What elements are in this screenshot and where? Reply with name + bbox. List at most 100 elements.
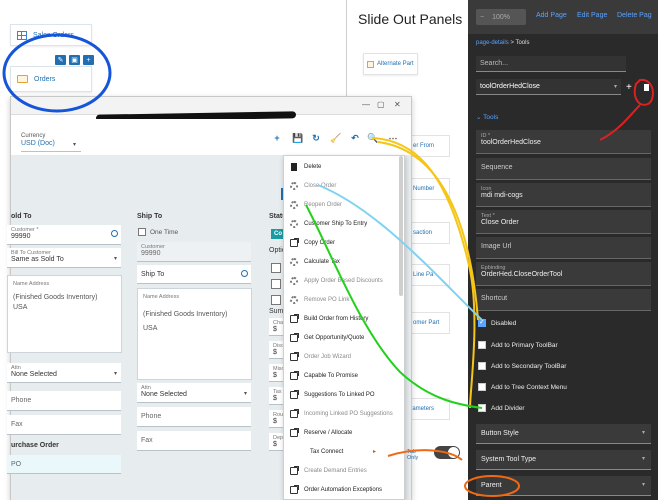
- add-card-button[interactable]: +: [83, 55, 94, 65]
- add-tool-button[interactable]: +: [626, 82, 632, 93]
- system-tool-type-select[interactable]: System Tool Type ▾: [476, 450, 651, 470]
- alternate-part-button[interactable]: Alternate Part: [363, 53, 418, 75]
- parent-select[interactable]: Parent ▾: [476, 476, 651, 496]
- sales-orders-card[interactable]: Sales Orders: [10, 24, 92, 46]
- fax-field[interactable]: Fax: [7, 415, 121, 435]
- edit-card-button[interactable]: ✎: [55, 55, 66, 65]
- epbinding-field[interactable]: Epbinding OrderHed.CloseOrderTool: [476, 262, 651, 286]
- menu-item-suggestions-linked-po[interactable]: Suggestions To Linked PO: [284, 385, 404, 404]
- menu-item-close-order[interactable]: Close Order: [284, 176, 404, 195]
- currency-value[interactable]: USD (Doc): [21, 140, 55, 147]
- tool-select[interactable]: toolOrderHedClose ▾: [476, 79, 621, 95]
- text-field[interactable]: Text * Close Order: [476, 210, 651, 234]
- menu-item-automation-exceptions[interactable]: Order Automation Exceptions: [284, 480, 404, 499]
- menu-item-build-from-history[interactable]: Build Order from History: [284, 309, 404, 328]
- search-icon[interactable]: 🔍: [367, 133, 378, 143]
- menu-item-apply-discounts[interactable]: Apply Order Based Discounts: [284, 271, 404, 290]
- customer-field[interactable]: Customer * 99990: [7, 225, 121, 245]
- orders-card[interactable]: Orders: [10, 66, 92, 92]
- checkbox[interactable]: [478, 383, 486, 391]
- menu-item-customer-ship-to[interactable]: Customer Ship To Entry: [284, 214, 404, 233]
- shortcut-field[interactable]: Shortcut: [476, 289, 651, 311]
- ship-attn-select[interactable]: Attn None Selected ▾: [137, 383, 251, 403]
- maximize-button[interactable]: ▢: [377, 100, 385, 109]
- add-page-button[interactable]: Add Page: [536, 12, 567, 19]
- zoom-out-button[interactable]: −: [480, 14, 484, 21]
- checkbox-checked[interactable]: [478, 318, 486, 327]
- slide-button-transaction[interactable]: saction: [410, 222, 450, 244]
- clear-icon[interactable]: 🧹: [330, 133, 341, 143]
- delete-card-button[interactable]: ▣: [69, 55, 80, 65]
- menu-item-order-job-wizard[interactable]: Order Job Wizard: [284, 347, 404, 366]
- one-time-checkbox[interactable]: [138, 228, 146, 236]
- menu-item-copy-order[interactable]: Copy Order: [284, 233, 404, 252]
- disabled-checkbox[interactable]: Disabled: [478, 318, 516, 327]
- checkbox[interactable]: [478, 404, 486, 412]
- menu-item-delete[interactable]: Delete: [284, 157, 404, 176]
- tree-context-menu-checkbox[interactable]: Add to Tree Context Menu: [478, 383, 567, 391]
- secondary-toolbar-checkbox[interactable]: Add to Secondary ToolBar: [478, 362, 566, 370]
- ship-phone-field[interactable]: Phone: [137, 407, 251, 427]
- menu-item-create-demand[interactable]: Create Demand Entries: [284, 461, 404, 480]
- image-url-field[interactable]: Image Url: [476, 237, 651, 259]
- checkbox-label: Add to Secondary ToolBar: [491, 362, 567, 370]
- option-checkbox[interactable]: [271, 279, 281, 289]
- sequence-field[interactable]: Sequence: [476, 158, 651, 180]
- minimize-button[interactable]: —: [362, 100, 370, 109]
- add-icon[interactable]: +: [272, 133, 282, 143]
- more-icon[interactable]: ⋯: [388, 133, 398, 143]
- menu-item-remove-po-link[interactable]: Remove PO Link: [284, 290, 404, 309]
- close-window-button[interactable]: ✕: [394, 100, 401, 109]
- panel-icon: [367, 60, 374, 68]
- bill-to-customer-select[interactable]: Bill To Customer Same as Sold To ▾: [7, 248, 121, 268]
- id-field[interactable]: ID * toolOrderHedClose: [476, 130, 651, 154]
- menu-item-reserve-allocate[interactable]: Reserve / Allocate: [284, 423, 404, 442]
- slide-button-customer-part[interactable]: omer Part: [410, 312, 450, 334]
- undo-icon[interactable]: ↶: [350, 133, 360, 143]
- po-field[interactable]: PO: [7, 455, 121, 474]
- search-icon[interactable]: [241, 270, 248, 277]
- search-input[interactable]: Search...: [476, 56, 626, 72]
- edit-page-button[interactable]: Edit Page: [577, 12, 607, 19]
- checkbox[interactable]: [478, 362, 486, 370]
- menu-item-label: Calculate Tax: [304, 258, 340, 265]
- primary-toolbar-checkbox[interactable]: Add to Primary ToolBar: [478, 341, 558, 349]
- add-divider-checkbox[interactable]: Add Divider: [478, 404, 525, 412]
- icon-value: mdi mdi-cogs: [481, 192, 523, 199]
- menu-item-calculate-tax[interactable]: Calculate Tax: [284, 252, 404, 271]
- sold-to-address[interactable]: Name Address (Finished Goods Inventory) …: [7, 275, 122, 353]
- menu-item-incoming-linked-po[interactable]: Incoming Linked PO Suggestions: [284, 404, 404, 423]
- breadcrumb-parent[interactable]: page-details: [476, 40, 509, 46]
- menu-item-get-opportunity[interactable]: Get Opportunity/Quote: [284, 328, 404, 347]
- menu-item-label: Build Order from History: [304, 315, 369, 322]
- slide-button-line-parts[interactable]: Line Pa: [410, 264, 450, 286]
- option-checkbox[interactable]: [271, 263, 281, 273]
- phone-field[interactable]: Phone: [7, 391, 121, 411]
- search-icon[interactable]: [111, 230, 118, 237]
- zoom-control[interactable]: − 100%: [476, 9, 526, 25]
- ship-to-field[interactable]: Ship To: [137, 265, 251, 284]
- ship-fax-field[interactable]: Fax: [137, 431, 251, 451]
- menu-item-label: Order Job Wizard: [304, 353, 352, 360]
- delete-page-button[interactable]: Delete Pag: [617, 12, 652, 19]
- slide-button-order-from[interactable]: er From: [410, 135, 450, 157]
- button-style-select[interactable]: Button Style ▾: [476, 424, 651, 444]
- tab-only-toggle[interactable]: [434, 446, 460, 459]
- slide-button-number[interactable]: Number: [410, 178, 450, 200]
- one-time-label: One Time: [150, 229, 179, 236]
- option-checkbox[interactable]: [271, 295, 281, 305]
- ship-to-address[interactable]: Name Address (Finished Goods Inventory) …: [137, 288, 252, 380]
- checkbox-label: Add to Tree Context Menu: [491, 383, 567, 391]
- ship-customer-field: Customer 99990: [137, 242, 251, 262]
- menu-item-tax-connect[interactable]: Tax Connect ▸: [284, 442, 404, 461]
- menu-item-capable-to-promise[interactable]: Capable To Promise: [284, 366, 404, 385]
- menu-item-reopen-order[interactable]: Reopen Order: [284, 195, 404, 214]
- external-link-icon: [290, 313, 299, 323]
- attn-select[interactable]: Attn None Selected ▾: [7, 363, 121, 383]
- save-icon[interactable]: 💾: [292, 133, 303, 143]
- refresh-icon[interactable]: ↻: [311, 133, 321, 143]
- icon-field[interactable]: Icon mdi mdi-cogs: [476, 183, 651, 207]
- checkbox[interactable]: [478, 341, 486, 349]
- trash-icon[interactable]: [644, 84, 649, 91]
- tools-section-header[interactable]: ⌄ Tools: [476, 113, 498, 121]
